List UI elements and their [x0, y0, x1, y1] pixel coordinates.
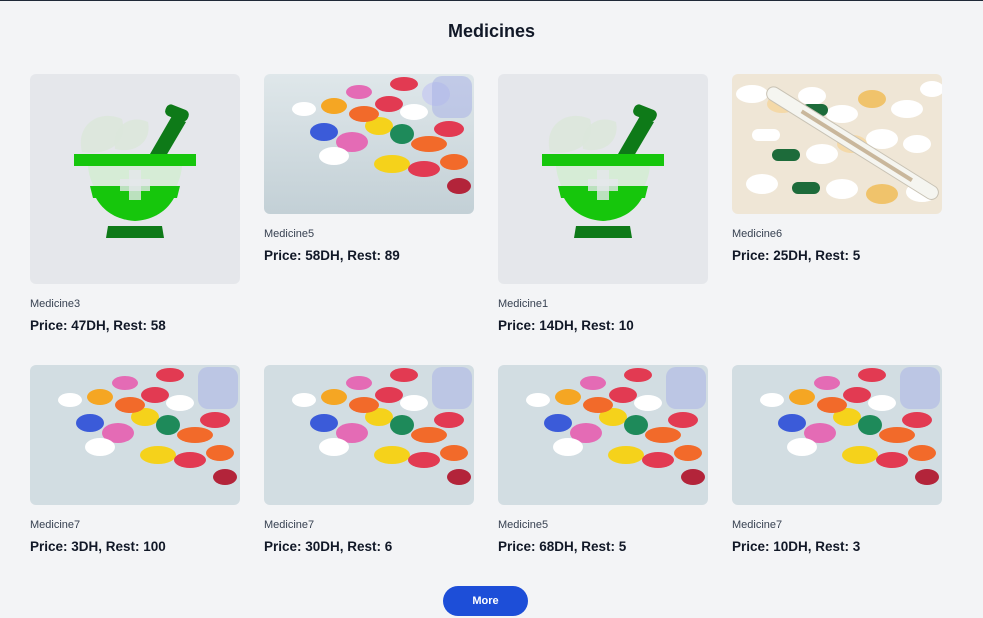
- medicine-name: Medicine1: [498, 298, 549, 310]
- pills-image: [264, 74, 474, 214]
- medicine-card[interactable]: Medicine1 Price: 14DH, Rest: 10: [498, 74, 708, 333]
- medicine-card[interactable]: Medicine5 Price: 68DH, Rest: 5: [498, 365, 708, 554]
- medicine-price: Price: 68DH, Rest: 5: [498, 539, 627, 554]
- pills-image: [732, 365, 942, 505]
- medicine-card[interactable]: Medicine5 Price: 58DH, Rest: 89: [264, 74, 474, 263]
- pills-image: [264, 365, 474, 505]
- medicine-name: Medicine7: [732, 519, 783, 531]
- medicine-price: Price: 58DH, Rest: 89: [264, 248, 400, 263]
- mortar-pestle-image: [498, 74, 708, 284]
- medicine-name: Medicine5: [498, 519, 549, 531]
- medicine-price: Price: 3DH, Rest: 100: [30, 539, 166, 554]
- medicine-name: Medicine3: [30, 298, 81, 310]
- medicine-card[interactable]: Medicine7 Price: 10DH, Rest: 3: [732, 365, 942, 554]
- medicine-price: Price: 14DH, Rest: 10: [498, 318, 634, 333]
- medicine-price: Price: 47DH, Rest: 58: [30, 318, 166, 333]
- pills-image: [498, 365, 708, 505]
- medicine-card[interactable]: Medicine3 Price: 47DH, Rest: 58: [30, 74, 240, 333]
- tablets-thermometer-image: [732, 74, 942, 214]
- mortar-pestle-image: [30, 74, 240, 284]
- pills-image: [30, 365, 240, 505]
- medicine-name: Medicine5: [264, 228, 315, 240]
- medicine-card[interactable]: Medicine7 Price: 3DH, Rest: 100: [30, 365, 240, 554]
- medicine-name: Medicine6: [732, 228, 783, 240]
- medicine-name: Medicine7: [30, 519, 81, 531]
- medicine-name: Medicine7: [264, 519, 315, 531]
- medicine-price: Price: 10DH, Rest: 3: [732, 539, 861, 554]
- medicine-price: Price: 25DH, Rest: 5: [732, 248, 861, 263]
- medicine-card[interactable]: Medicine7 Price: 30DH, Rest: 6: [264, 365, 474, 554]
- medicine-price: Price: 30DH, Rest: 6: [264, 539, 393, 554]
- medicine-card[interactable]: Medicine6 Price: 25DH, Rest: 5: [732, 74, 942, 263]
- page-title: Medicines: [447, 21, 536, 41]
- more-button[interactable]: More: [443, 586, 528, 616]
